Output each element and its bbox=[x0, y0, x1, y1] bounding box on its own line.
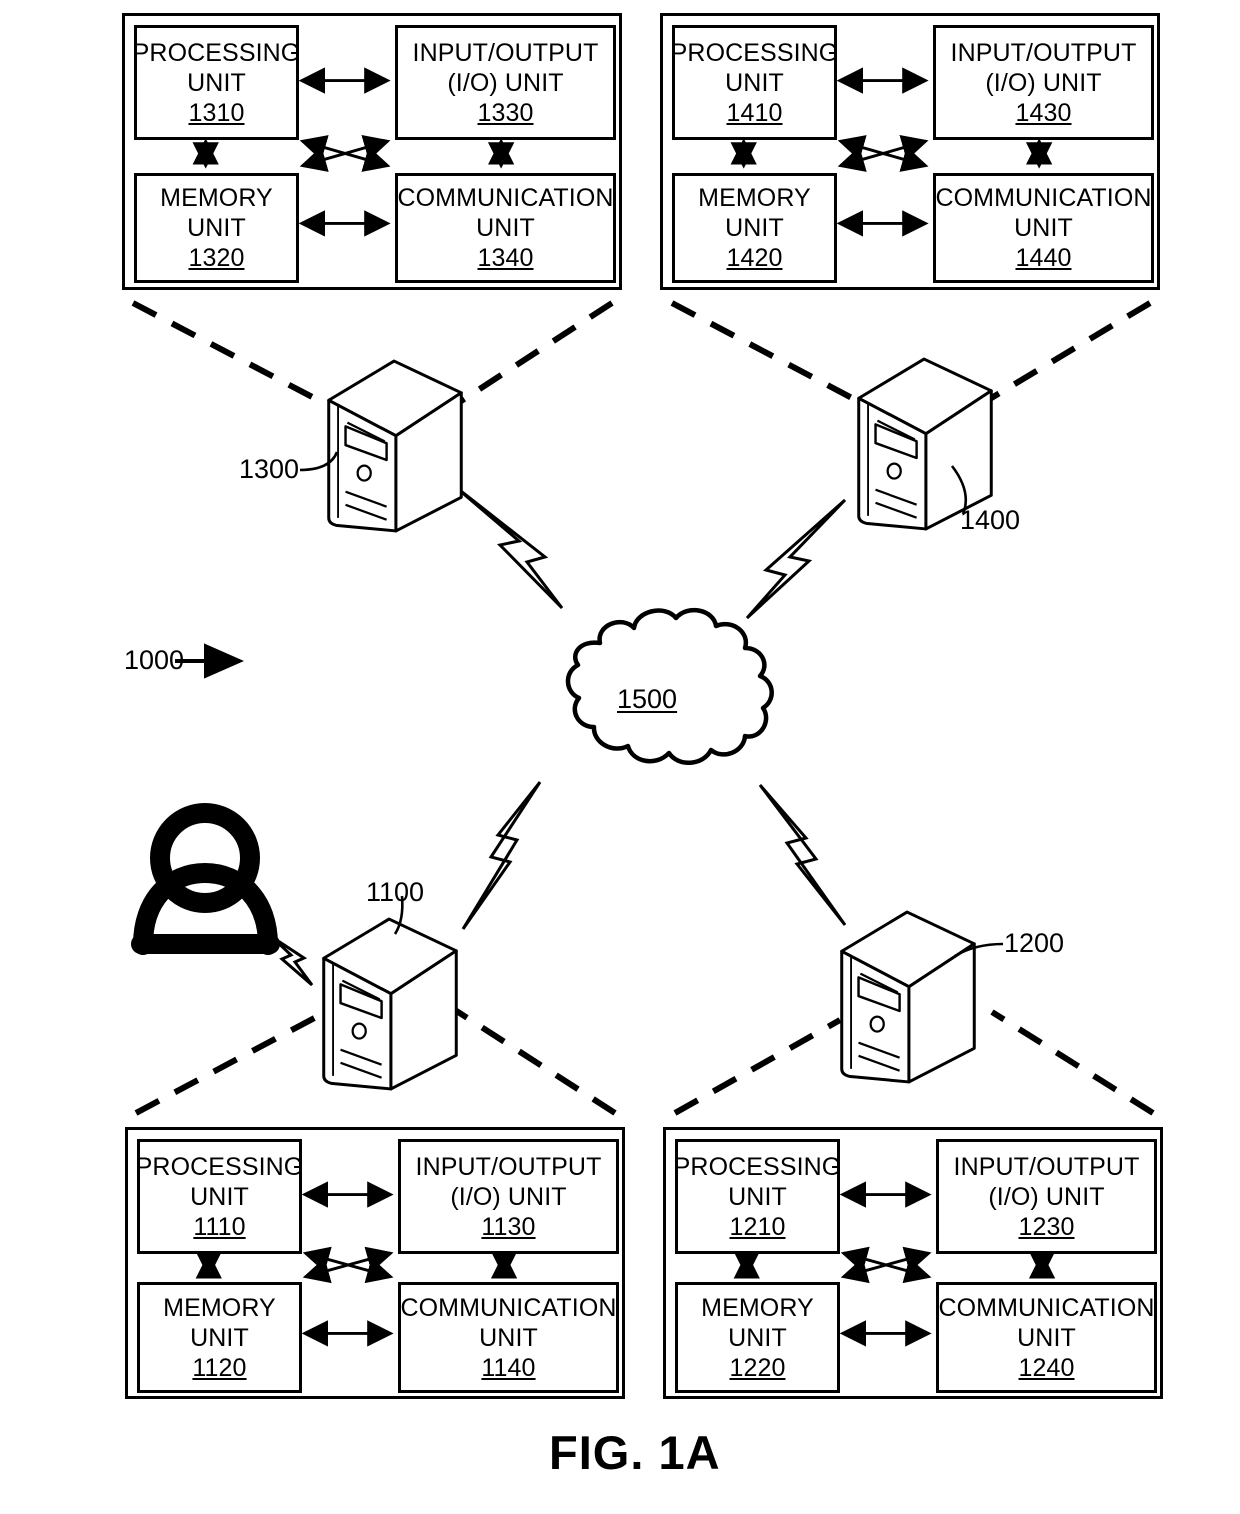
user-person-icon bbox=[131, 803, 280, 955]
unit-title: MEMORY UNIT bbox=[698, 184, 811, 242]
unit-title: MEMORY UNIT bbox=[160, 184, 273, 242]
unit-io-1430: INPUT/OUTPUT (I/O) UNIT 1430 bbox=[933, 25, 1154, 140]
patent-figure-1a: PROCESSING UNIT 1310 INPUT/OUTPUT (I/O) … bbox=[0, 0, 1240, 1514]
server-tower-icon-1300 bbox=[327, 359, 463, 533]
unit-title: MEMORY UNIT bbox=[701, 1293, 814, 1352]
unit-reference: 1440 bbox=[1015, 244, 1072, 272]
unit-memory-1120: MEMORY UNIT 1120 bbox=[137, 1282, 302, 1393]
unit-memory-1420: MEMORY UNIT 1420 bbox=[672, 173, 837, 283]
unit-reference: 1220 bbox=[729, 1353, 786, 1382]
unit-title: INPUT/OUTPUT (I/O) UNIT bbox=[950, 38, 1137, 97]
unit-title: COMMUNICATION UNIT bbox=[397, 184, 614, 242]
unit-reference: 1140 bbox=[481, 1353, 536, 1382]
unit-title: COMMUNICATION UNIT bbox=[400, 1293, 617, 1352]
unit-title: PROCESSING UNIT bbox=[132, 38, 301, 97]
unit-processing-1110: PROCESSING UNIT 1110 bbox=[135, 1139, 304, 1254]
unit-reference: 1240 bbox=[1018, 1353, 1075, 1382]
unit-io-1230: INPUT/OUTPUT (I/O) UNIT 1230 bbox=[936, 1139, 1157, 1254]
callout-dash-1200 bbox=[673, 1009, 1155, 1116]
callout-dash-1400 bbox=[670, 300, 1152, 403]
unit-reference: 1430 bbox=[1015, 98, 1072, 127]
wireless-link-bolt-user bbox=[270, 935, 314, 987]
unit-processing-1410: PROCESSING UNIT 1410 bbox=[670, 25, 839, 140]
unit-reference: 1420 bbox=[726, 244, 783, 272]
device-reference-1200: 1200 bbox=[1004, 928, 1065, 958]
server-tower-icon-1100 bbox=[322, 917, 458, 1091]
wireless-link-bolt-1100 bbox=[461, 781, 542, 930]
panel-device-1400: PROCESSING UNIT 1410 INPUT/OUTPUT (I/O) … bbox=[660, 13, 1160, 290]
system-reference-label: 1000 bbox=[124, 645, 185, 675]
figure-caption: FIG. 1A bbox=[549, 1426, 721, 1479]
leader-1200 bbox=[954, 942, 1004, 958]
unit-reference: 1120 bbox=[192, 1353, 247, 1382]
unit-reference: 1130 bbox=[481, 1212, 536, 1241]
leader-1300 bbox=[299, 451, 339, 472]
wireless-link-bolt-1300 bbox=[451, 482, 564, 610]
unit-reference: 1230 bbox=[1018, 1212, 1075, 1241]
unit-reference: 1210 bbox=[729, 1212, 786, 1241]
unit-communication-1440: COMMUNICATION UNIT 1440 bbox=[933, 173, 1154, 283]
unit-title: PROCESSING UNIT bbox=[135, 1152, 304, 1211]
unit-title: INPUT/OUTPUT (I/O) UNIT bbox=[415, 1152, 602, 1211]
callout-dash-1300 bbox=[131, 300, 614, 408]
unit-reference: 1110 bbox=[193, 1212, 246, 1241]
unit-communication-1140: COMMUNICATION UNIT 1140 bbox=[398, 1282, 619, 1393]
unit-title: COMMUNICATION UNIT bbox=[938, 1293, 1155, 1352]
unit-title: MEMORY UNIT bbox=[163, 1293, 276, 1352]
unit-io-1130: INPUT/OUTPUT (I/O) UNIT 1130 bbox=[398, 1139, 619, 1254]
unit-reference: 1330 bbox=[477, 98, 534, 127]
device-reference-1100: 1100 bbox=[366, 877, 425, 907]
callout-dash-1100 bbox=[134, 1007, 617, 1116]
unit-title: COMMUNICATION UNIT bbox=[935, 184, 1152, 242]
unit-title: INPUT/OUTPUT (I/O) UNIT bbox=[412, 38, 599, 97]
server-tower-icon-1200 bbox=[840, 910, 976, 1084]
unit-io-1330: INPUT/OUTPUT (I/O) UNIT 1330 bbox=[395, 25, 616, 140]
network-reference-label: 1500 bbox=[617, 684, 678, 714]
unit-memory-1320: MEMORY UNIT 1320 bbox=[134, 173, 299, 283]
unit-reference: 1340 bbox=[477, 244, 534, 272]
server-tower-icon-1400 bbox=[857, 357, 993, 531]
unit-reference: 1320 bbox=[188, 244, 245, 272]
device-reference-1300: 1300 bbox=[239, 454, 300, 484]
panel-device-1300: PROCESSING UNIT 1310 INPUT/OUTPUT (I/O) … bbox=[122, 13, 622, 290]
unit-reference: 1310 bbox=[188, 98, 245, 127]
device-reference-1400: 1400 bbox=[960, 505, 1021, 535]
unit-communication-1240: COMMUNICATION UNIT 1240 bbox=[936, 1282, 1157, 1393]
unit-reference: 1410 bbox=[726, 98, 783, 127]
unit-processing-1310: PROCESSING UNIT 1310 bbox=[132, 25, 301, 140]
wireless-link-bolt-1200 bbox=[758, 784, 847, 926]
wireless-link-bolt-1400 bbox=[745, 498, 847, 620]
panel-device-1100: PROCESSING UNIT 1110 INPUT/OUTPUT (I/O) … bbox=[125, 1127, 625, 1399]
unit-title: INPUT/OUTPUT (I/O) UNIT bbox=[953, 1152, 1140, 1211]
unit-memory-1220: MEMORY UNIT 1220 bbox=[675, 1282, 840, 1393]
unit-processing-1210: PROCESSING UNIT 1210 bbox=[673, 1139, 842, 1254]
unit-title: PROCESSING UNIT bbox=[670, 38, 839, 97]
panel-device-1200: PROCESSING UNIT 1210 INPUT/OUTPUT (I/O) … bbox=[663, 1127, 1163, 1399]
unit-title: PROCESSING UNIT bbox=[673, 1152, 842, 1211]
unit-communication-1340: COMMUNICATION UNIT 1340 bbox=[395, 173, 616, 283]
